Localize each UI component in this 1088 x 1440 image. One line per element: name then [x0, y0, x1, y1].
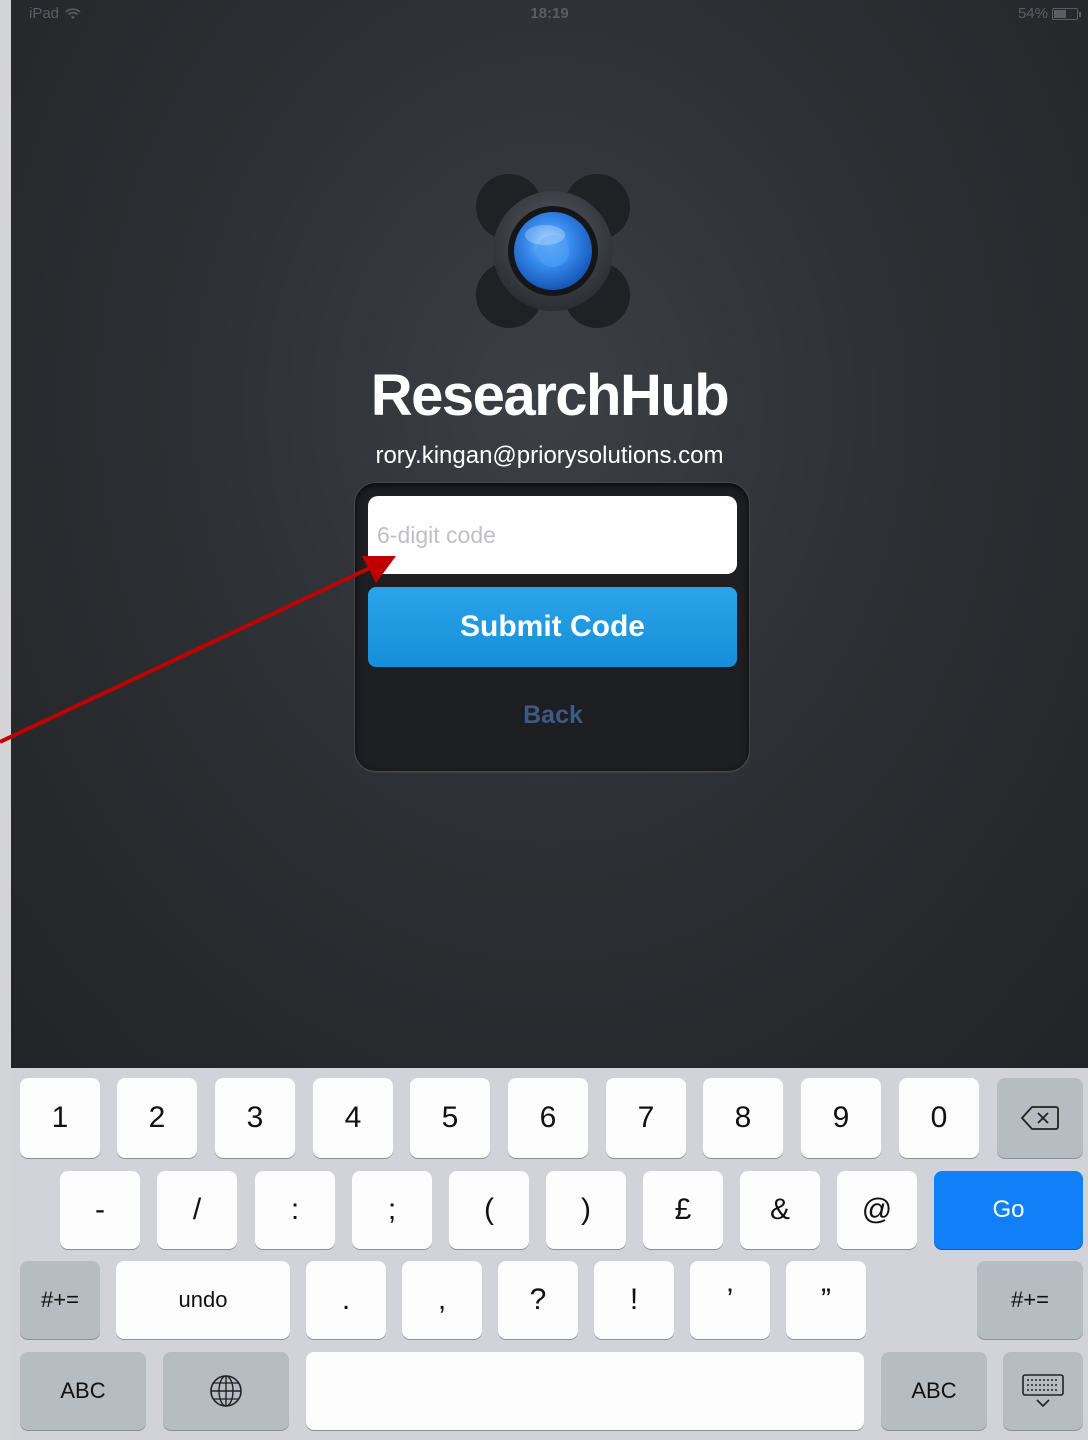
key-5[interactable]: 5 [410, 1078, 490, 1158]
key-comma[interactable]: , [402, 1261, 482, 1339]
space-key[interactable] [306, 1352, 864, 1430]
keyboard-hide-icon [1022, 1374, 1064, 1408]
key-symbols-left[interactable]: #+= [20, 1261, 100, 1339]
key-open-paren[interactable]: ( [449, 1171, 529, 1249]
key-8[interactable]: 8 [703, 1078, 783, 1158]
key-ampersand[interactable]: & [740, 1171, 820, 1249]
key-hyphen[interactable]: - [60, 1171, 140, 1249]
hide-keyboard-key[interactable] [1003, 1352, 1083, 1430]
key-9[interactable]: 9 [801, 1078, 881, 1158]
key-abc-left[interactable]: ABC [20, 1352, 146, 1430]
status-time: 18:19 [530, 5, 569, 22]
key-0[interactable]: 0 [899, 1078, 979, 1158]
battery-percent: 54% [1017, 5, 1048, 22]
undo-key[interactable]: undo [116, 1261, 290, 1339]
key-abc-right[interactable]: ABC [881, 1352, 987, 1430]
key-2[interactable]: 2 [117, 1078, 197, 1158]
key-4[interactable]: 4 [313, 1078, 393, 1158]
key-close-paren[interactable]: ) [546, 1171, 626, 1249]
key-symbols-right[interactable]: #+= [977, 1261, 1083, 1339]
key-exclamation[interactable]: ! [594, 1261, 674, 1339]
back-link[interactable]: Back [355, 701, 751, 730]
key-quote[interactable]: ” [786, 1261, 866, 1339]
code-input[interactable] [368, 496, 737, 574]
key-3[interactable]: 3 [215, 1078, 295, 1158]
key-slash[interactable]: / [157, 1171, 237, 1249]
onscreen-keyboard: 1 2 3 4 5 6 7 8 9 0 - / : ; ( ) £ & @ Go… [11, 1068, 1088, 1440]
key-7[interactable]: 7 [606, 1078, 686, 1158]
submit-code-button[interactable]: Submit Code [368, 587, 737, 667]
key-colon[interactable]: : [255, 1171, 335, 1249]
backspace-icon [1021, 1106, 1059, 1130]
key-pound[interactable]: £ [643, 1171, 723, 1249]
key-1[interactable]: 1 [20, 1078, 100, 1158]
globe-icon [210, 1375, 242, 1407]
key-at[interactable]: @ [837, 1171, 917, 1249]
researchhub-logo-icon [476, 174, 630, 328]
key-period[interactable]: . [306, 1261, 386, 1339]
key-6[interactable]: 6 [508, 1078, 588, 1158]
backspace-key[interactable] [997, 1078, 1083, 1158]
code-entry-panel: Submit Code Back [354, 482, 750, 772]
go-key[interactable]: Go [934, 1171, 1083, 1249]
key-apostrophe[interactable]: ’ [690, 1261, 770, 1339]
left-edge-strip [0, 0, 11, 1440]
globe-key[interactable] [163, 1352, 289, 1430]
key-semicolon[interactable]: ; [352, 1171, 432, 1249]
key-question[interactable]: ? [498, 1261, 578, 1339]
account-email: rory.kingan@priorysolutions.com [375, 442, 724, 469]
app-title: ResearchHub [370, 363, 730, 428]
battery-icon [1052, 7, 1081, 20]
app-screen: iPad 18:19 54% ResearchHub rory.kingan@p… [11, 0, 1088, 1068]
status-bar: iPad 18:19 54% [11, 0, 1088, 28]
